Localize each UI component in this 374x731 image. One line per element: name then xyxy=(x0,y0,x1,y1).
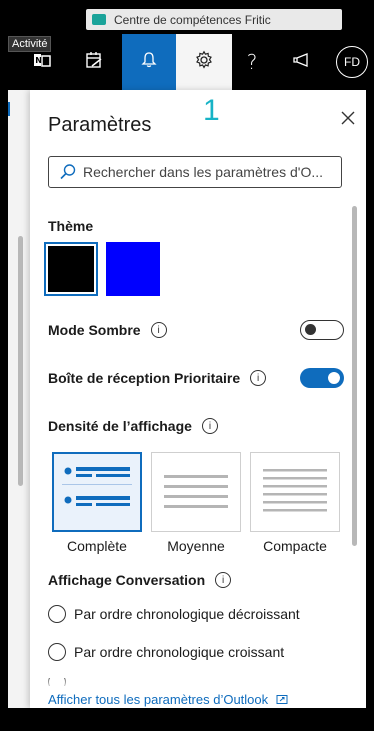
view-all-settings-label: Afficher tous les paramètres d’Outlook xyxy=(48,692,269,707)
feedback-button[interactable] xyxy=(280,34,324,90)
theme-swatch-black[interactable] xyxy=(44,242,98,296)
footer-fade xyxy=(30,674,366,690)
help-button[interactable]: ? xyxy=(232,34,272,90)
radio-button[interactable] xyxy=(48,605,66,623)
notifications-button[interactable] xyxy=(122,34,176,90)
background-scrollbar[interactable] xyxy=(18,236,23,486)
help-icon: ? xyxy=(246,50,258,74)
density-medium-label: Moyenne xyxy=(167,538,225,554)
todo-icon xyxy=(84,50,104,75)
theme-label: Thème xyxy=(48,218,94,234)
conversation-option-label: Par ordre chronologique croissant xyxy=(74,644,285,660)
density-full-preview-icon xyxy=(62,467,132,506)
right-edge xyxy=(366,90,374,708)
settings-scrollbar[interactable] xyxy=(352,206,357,546)
conversation-option-newest-first[interactable]: Par ordre chronologique décroissant xyxy=(48,605,300,623)
focused-inbox-label: Boîte de réception Prioritaire xyxy=(48,370,241,386)
settings-panel: 1 Paramètres Thème Mode Sombre i Boîte d… xyxy=(30,90,366,708)
info-icon[interactable]: i xyxy=(201,418,218,434)
focused-inbox-row: Boîte de réception Prioritaire i xyxy=(48,370,267,386)
app-header-bar: N ? FD xyxy=(8,34,374,90)
density-full-label: Complète xyxy=(67,538,127,554)
conversation-option-oldest-first[interactable]: Par ordre chronologique croissant xyxy=(48,643,284,661)
dark-mode-label: Mode Sombre xyxy=(48,322,141,338)
density-option-medium[interactable] xyxy=(151,452,241,532)
info-icon[interactable]: i xyxy=(250,370,267,386)
panel-title: Paramètres xyxy=(48,114,152,136)
view-all-settings-link[interactable]: Afficher tous les paramètres d’Outlook xyxy=(48,692,288,707)
density-label: Densité de l’affichage xyxy=(48,418,192,434)
info-icon[interactable]: i xyxy=(150,322,167,338)
onenote-icon: N xyxy=(33,52,51,73)
window-title: Centre de compétences Fritic xyxy=(114,12,271,27)
info-icon[interactable]: i xyxy=(215,572,232,588)
settings-button[interactable] xyxy=(176,34,232,90)
theme-swatch-blue[interactable] xyxy=(106,242,160,296)
external-link-icon xyxy=(276,694,288,705)
megaphone-icon xyxy=(292,52,312,73)
density-medium-preview-icon xyxy=(164,475,228,508)
radio-button[interactable] xyxy=(48,643,66,661)
focused-inbox-toggle[interactable] xyxy=(300,368,344,388)
svg-text:N: N xyxy=(35,56,42,65)
conversation-option-label: Par ordre chronologique décroissant xyxy=(74,606,300,622)
density-option-compact[interactable] xyxy=(250,452,340,532)
window-title-bar: Centre de compétences Fritic xyxy=(86,9,342,30)
app-logo-icon xyxy=(92,14,106,25)
settings-search-input[interactable] xyxy=(83,164,341,180)
settings-search-box[interactable] xyxy=(48,156,342,188)
bottom-edge xyxy=(0,708,374,731)
density-row: Densité de l’affichage i xyxy=(48,418,218,434)
app-window: Centre de compétences Fritic Activité N … xyxy=(0,0,374,731)
density-compact-label: Compacte xyxy=(263,538,327,554)
dark-mode-toggle[interactable] xyxy=(300,320,344,340)
dark-mode-row: Mode Sombre i xyxy=(48,322,167,338)
close-icon xyxy=(341,111,355,130)
account-button[interactable]: FD xyxy=(330,34,374,90)
close-button[interactable] xyxy=(336,108,360,132)
annotation-number: 1 xyxy=(203,94,220,127)
conversation-view-label: Affichage Conversation xyxy=(48,572,206,588)
bell-icon xyxy=(140,51,158,74)
background-accent xyxy=(8,102,10,116)
background-page-strip xyxy=(8,90,30,708)
density-option-full[interactable] xyxy=(52,452,142,532)
density-compact-preview-icon xyxy=(263,469,327,512)
avatar: FD xyxy=(336,46,368,78)
gear-icon xyxy=(194,50,214,75)
activity-tooltip: Activité xyxy=(8,36,52,52)
conversation-view-row: Affichage Conversation i xyxy=(48,572,232,588)
todo-button[interactable] xyxy=(72,34,116,90)
search-icon xyxy=(59,163,77,181)
